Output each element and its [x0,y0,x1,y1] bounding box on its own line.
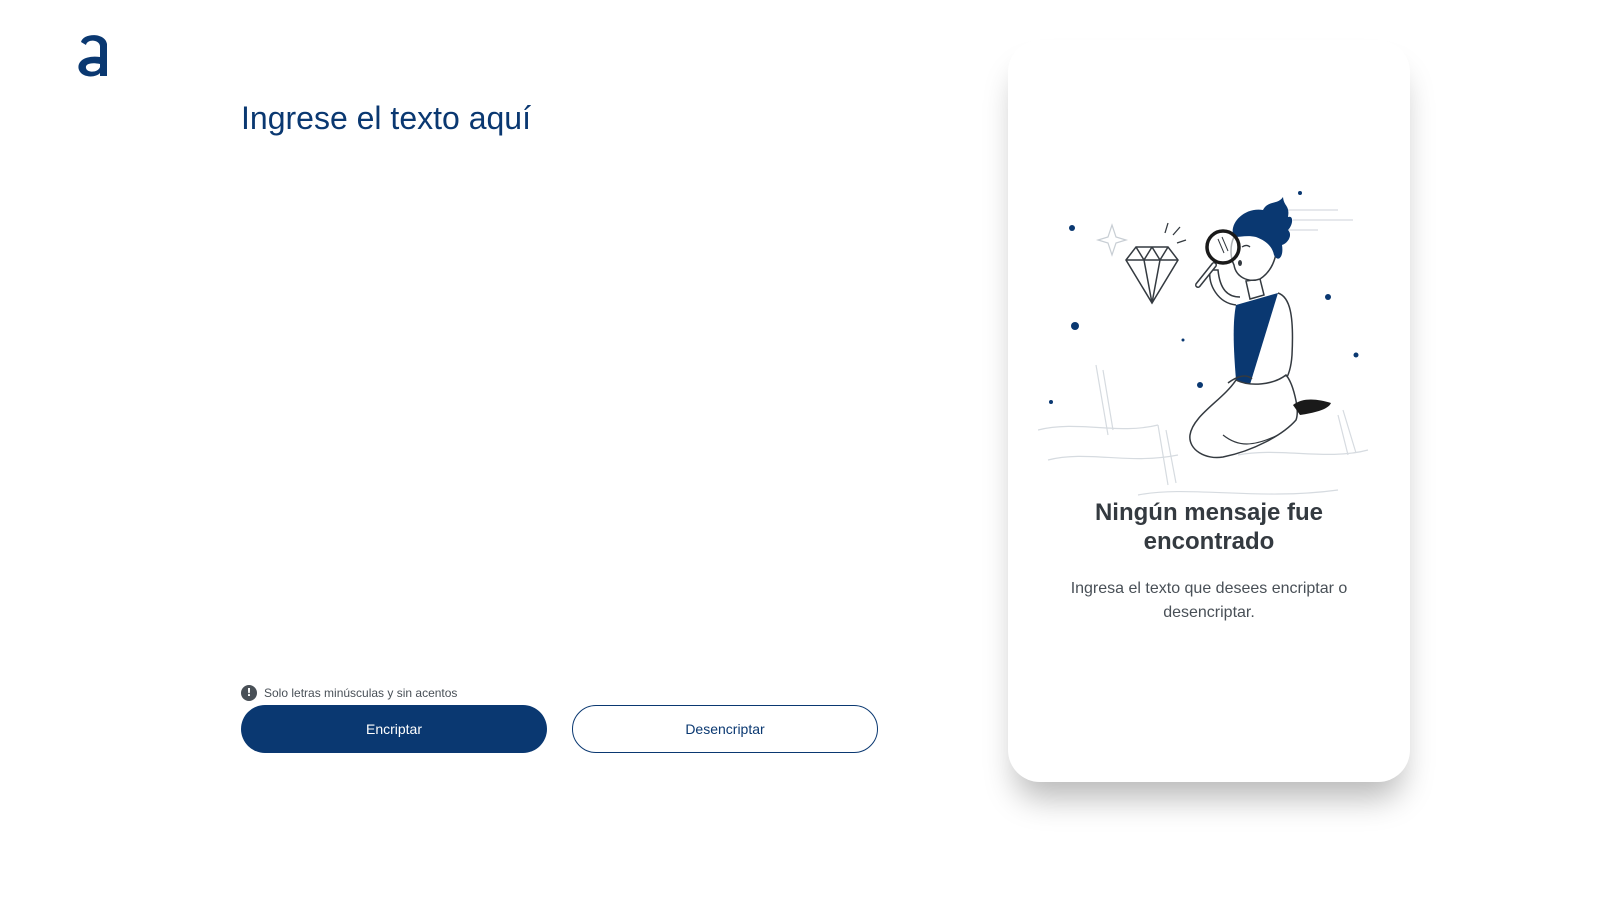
hint-text: Solo letras minúsculas y sin acentos [264,686,458,700]
alura-logo-icon[interactable] [74,28,114,80]
no-message-subtitle: Ingresa el texto que desees encriptar o … [1070,580,1348,621]
output-panel: Ningún mensaje fue encontrado Ingresa el… [1008,40,1410,782]
decrypt-button[interactable]: Desencriptar [572,705,878,753]
text-input[interactable] [241,90,881,660]
input-hint: ! Solo letras minúsculas y sin acentos [241,685,457,701]
no-message-title: Ningún mensaje fue encontrado [1094,499,1324,555]
exclamation-circle-icon: ! [241,685,257,701]
main-section: ! Solo letras minúsculas y sin acentos E… [241,90,881,850]
encrypt-button[interactable]: Encriptar [241,705,547,753]
page: ! Solo letras minúsculas y sin acentos E… [0,0,1600,900]
person-with-magnifying-glass-illustration [1038,191,1369,496]
